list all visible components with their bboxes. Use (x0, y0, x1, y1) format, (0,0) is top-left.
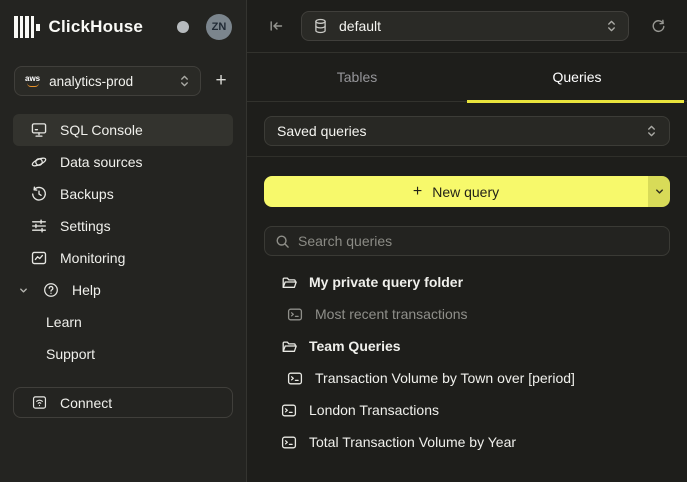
chevron-updown-icon (646, 124, 657, 138)
folder-open-icon (281, 274, 298, 290)
tab-tables[interactable]: Tables (247, 53, 467, 101)
help-icon (42, 281, 60, 299)
search-queries-field (264, 226, 670, 256)
query-row-label: London Transactions (309, 402, 439, 418)
sidebar-item-learn[interactable]: Learn (13, 306, 233, 338)
query-folder-row[interactable]: Team Queries (247, 330, 687, 362)
search-icon (275, 234, 290, 249)
chevron-updown-icon (606, 19, 617, 33)
collapse-panel-button[interactable] (263, 13, 289, 39)
database-panel: default Tables Queries Saved queries + N… (247, 0, 687, 482)
query-row[interactable]: Transaction Volume by Town over [period] (247, 362, 687, 394)
monitoring-icon (30, 249, 48, 267)
sidebar-item-monitoring[interactable]: Monitoring (13, 242, 233, 274)
sql-console-icon (30, 121, 48, 139)
saved-query-icon (287, 306, 304, 322)
sidebar-item-sql-console[interactable]: SQL Console (13, 114, 233, 146)
data-sources-icon (30, 153, 48, 171)
status-dot-icon (177, 21, 189, 33)
sidebar-item-support[interactable]: Support (13, 338, 233, 370)
sidebar-item-settings[interactable]: Settings (13, 210, 233, 242)
saved-query-icon (281, 402, 298, 418)
search-queries-input[interactable] (298, 233, 659, 249)
chevron-down-icon[interactable] (17, 284, 30, 297)
query-list: My private query folder Most recent tran… (247, 266, 687, 458)
panel-topbar: default (247, 0, 687, 53)
tab-queries[interactable]: Queries (467, 53, 687, 101)
sidebar-item-label: Data sources (60, 154, 142, 170)
new-query-section: + New query (247, 157, 687, 207)
query-row-label: Most recent transactions (315, 306, 468, 322)
saved-query-icon (281, 434, 298, 450)
query-folder-row[interactable]: My private query folder (247, 266, 687, 298)
query-folder-label: Team Queries (309, 338, 401, 354)
plus-icon: + (413, 183, 422, 201)
saved-query-icon (287, 370, 304, 386)
sidebar-item-backups[interactable]: Backups (13, 178, 233, 210)
query-row[interactable]: Most recent transactions (247, 298, 687, 330)
refresh-button[interactable] (645, 13, 671, 39)
sidebar-item-label: Settings (60, 218, 111, 234)
new-query-dropdown-button[interactable] (648, 176, 670, 207)
database-selector[interactable]: default (301, 11, 629, 41)
backups-icon (30, 185, 48, 203)
sidebar-nav: SQL Console Data sources Backups Setting… (0, 114, 246, 370)
service-selector-value: analytics-prod (49, 74, 179, 89)
query-row-label: Total Transaction Volume by Year (309, 434, 516, 450)
service-selector[interactable]: aws analytics-prod (14, 66, 201, 96)
query-row[interactable]: London Transactions (247, 394, 687, 426)
sidebar: ClickHouse ZN aws analytics-prod + SQL (0, 0, 247, 482)
database-icon (313, 18, 328, 34)
new-query-split-button: + New query (264, 176, 670, 207)
aws-icon: aws (25, 75, 40, 87)
database-selector-value: default (339, 18, 606, 34)
connect-button[interactable]: Connect (13, 387, 233, 418)
connect-button-label: Connect (60, 395, 112, 411)
query-folder-label: My private query folder (309, 274, 463, 290)
saved-queries-selector-value: Saved queries (277, 123, 646, 139)
chevron-updown-icon (179, 74, 190, 88)
app-title: ClickHouse (49, 17, 144, 37)
saved-queries-section: Saved queries (247, 102, 687, 157)
sidebar-item-data-sources[interactable]: Data sources (13, 146, 233, 178)
sidebar-header: ClickHouse ZN (0, 0, 246, 54)
new-query-button-label: New query (432, 184, 499, 200)
connect-icon (31, 394, 48, 411)
query-row-label: Transaction Volume by Town over [period] (315, 370, 575, 386)
sidebar-item-label: Monitoring (60, 250, 125, 266)
new-query-button[interactable]: + New query (264, 176, 648, 207)
app-window: ClickHouse ZN aws analytics-prod + SQL (0, 0, 687, 482)
sidebar-item-label: SQL Console (60, 122, 143, 138)
sidebar-item-label: Backups (60, 186, 114, 202)
clickhouse-logo-icon (14, 16, 40, 38)
query-row[interactable]: Total Transaction Volume by Year (247, 426, 687, 458)
folder-open-icon (281, 338, 298, 354)
sidebar-item-label: Help (72, 282, 101, 298)
chevron-down-icon (654, 186, 665, 197)
panel-tabs: Tables Queries (247, 53, 687, 102)
user-avatar[interactable]: ZN (206, 14, 232, 40)
sidebar-item-help[interactable]: Help (13, 274, 233, 306)
settings-icon (30, 217, 48, 235)
add-service-button[interactable]: + (210, 70, 232, 92)
service-selector-row: aws analytics-prod + (14, 66, 232, 96)
saved-queries-selector[interactable]: Saved queries (264, 116, 670, 146)
